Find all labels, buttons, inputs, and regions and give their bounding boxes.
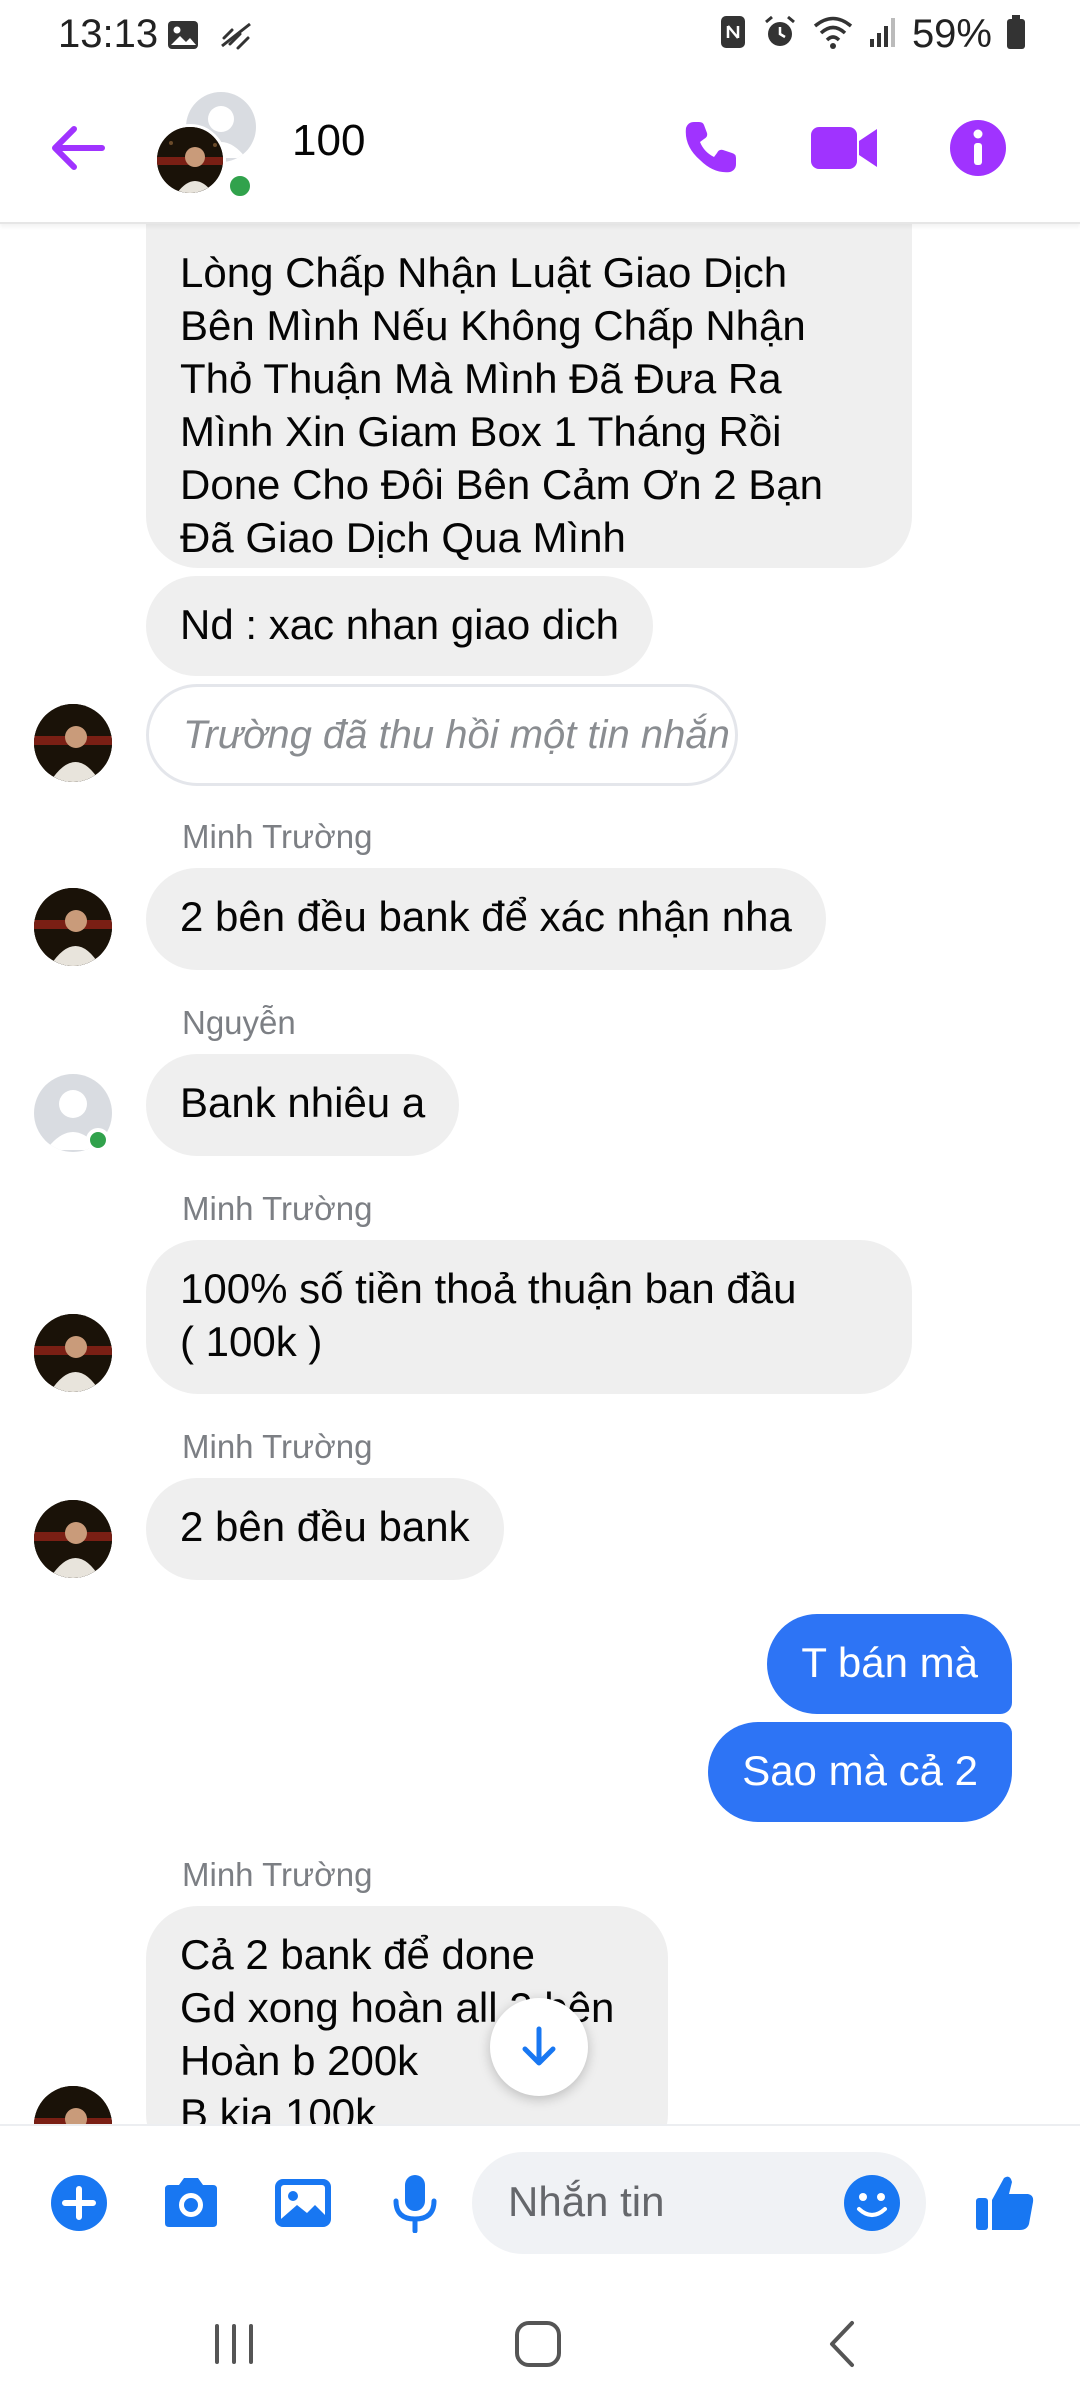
back-button[interactable] xyxy=(44,116,112,180)
message-text: Sao mà cả 2 xyxy=(742,1747,978,1794)
emoji-button[interactable] xyxy=(840,2171,904,2235)
message-text: Done Cho Đôi Bên Cảm Ơn 2 Bạn xyxy=(180,461,824,508)
signal-icon xyxy=(868,15,898,54)
camera-button[interactable] xyxy=(158,2170,224,2236)
recent-apps-icon xyxy=(215,2324,253,2364)
message-text: B kia 100k xyxy=(180,2090,377,2124)
like-button[interactable] xyxy=(972,2170,1038,2236)
message-bubble[interactable]: 100% số tiền thoả thuận ban đầu ( 100k ) xyxy=(146,1240,912,1394)
message-text: Lòng Chấp Nhận Luật Giao Dịch xyxy=(180,249,788,296)
message-text: Trường đã thu hồi một tin nhắn xyxy=(183,713,730,757)
sender-name: Minh Trường xyxy=(182,1428,373,1465)
online-indicator xyxy=(86,1128,110,1152)
message-bubble-outgoing[interactable]: T bán mà xyxy=(767,1614,1012,1714)
camera-icon xyxy=(165,2178,217,2227)
recent-apps-button[interactable] xyxy=(204,2316,264,2372)
status-time: 13:13 xyxy=(58,12,159,56)
battery-icon xyxy=(1006,14,1026,55)
gallery-button[interactable] xyxy=(270,2170,336,2236)
message-bubble[interactable]: 2 bên đều bank xyxy=(146,1478,504,1580)
avatar[interactable] xyxy=(34,704,112,782)
scroll-to-bottom-button[interactable] xyxy=(490,1998,588,2096)
nfc-icon xyxy=(718,14,748,55)
info-button[interactable] xyxy=(940,110,1016,186)
message-bubble-outgoing[interactable]: Sao mà cả 2 xyxy=(708,1722,1012,1822)
avatar[interactable] xyxy=(34,888,112,966)
group-avatar[interactable] xyxy=(154,92,264,204)
message-text: T bán mà xyxy=(801,1639,978,1686)
message-bubble[interactable]: Bank nhiêu a xyxy=(146,1054,460,1156)
gallery-icon xyxy=(275,2179,331,2227)
voice-message-button[interactable] xyxy=(382,2170,448,2236)
arrow-left-icon xyxy=(52,126,105,170)
voice-call-button[interactable] xyxy=(672,110,748,186)
microphone-icon xyxy=(393,2175,437,2233)
sender-name: Minh Trường xyxy=(182,1856,373,1893)
plus-icon xyxy=(51,2175,107,2231)
sender-name: Nguyễn xyxy=(182,1004,296,1041)
conversation-title[interactable]: 100 xyxy=(292,116,365,166)
message-bubble[interactable]: Lòng Chấp Nhận Luật Giao Dịch Bên Mình N… xyxy=(146,224,912,568)
alarm-icon xyxy=(762,14,798,55)
message-list[interactable]: Lòng Chấp Nhận Luật Giao Dịch Bên Mình N… xyxy=(0,224,1080,2124)
message-text: ( 100k ) xyxy=(180,1318,323,1365)
arrow-down-icon xyxy=(522,2026,556,2066)
message-text: Bên Mình Nếu Không Chấp Nhận xyxy=(180,302,806,349)
message-text: Mình Xin Giam Box 1 Tháng Rồi xyxy=(180,408,782,455)
back-icon xyxy=(830,2321,854,2367)
video-icon xyxy=(811,127,877,169)
conversation-header: 100 xyxy=(0,72,1080,224)
home-button[interactable] xyxy=(508,2316,568,2372)
message-text: Bank nhiêu a xyxy=(180,1079,426,1126)
video-call-button[interactable] xyxy=(806,110,882,186)
avatar[interactable] xyxy=(34,1314,112,1392)
wifi-calling-icon xyxy=(218,18,254,57)
message-text: 2 bên đều bank để xác nhận nha xyxy=(180,893,792,940)
message-composer: Nhắn tin xyxy=(0,2124,1080,2280)
message-text: 100% số tiền thoả thuận ban đầu xyxy=(180,1265,797,1312)
recalled-message: Trường đã thu hồi một tin nhắn xyxy=(146,684,738,786)
avatar[interactable] xyxy=(34,2086,112,2124)
wifi-icon xyxy=(812,14,854,55)
message-input[interactable]: Nhắn tin xyxy=(472,2152,926,2254)
phone-icon xyxy=(685,122,736,173)
message-bubble[interactable]: 2 bên đều bank để xác nhận nha xyxy=(146,868,826,970)
message-text: Đã Giao Dịch Qua Mình xyxy=(180,514,626,561)
image-icon xyxy=(166,18,200,57)
sender-name: Minh Trường xyxy=(182,818,373,855)
message-text: Nd : xac nhan giao dich xyxy=(180,601,619,648)
message-bubble[interactable]: Cả 2 bank để done Gd xong hoàn all 2 bên… xyxy=(146,1906,668,2124)
avatar xyxy=(154,124,226,196)
back-nav-button[interactable] xyxy=(812,2316,872,2372)
message-text: 2 bên đều bank xyxy=(180,1503,470,1550)
message-text: Thỏ Thuận Mà Mình Đã Đưa Ra xyxy=(180,355,782,402)
avatar[interactable] xyxy=(34,1500,112,1578)
system-navigation-bar xyxy=(0,2280,1080,2408)
message-input-placeholder: Nhắn tin xyxy=(508,2178,665,2225)
battery-percent: 59% xyxy=(911,12,992,56)
home-icon xyxy=(515,2321,561,2367)
online-indicator xyxy=(226,172,254,200)
info-icon xyxy=(950,120,1006,176)
message-text: Cả 2 bank để done xyxy=(180,1931,535,1978)
sender-name: Minh Trường xyxy=(182,1190,373,1227)
status-bar: 13:13 59% xyxy=(0,0,1080,72)
emoji-icon xyxy=(844,2175,900,2231)
message-bubble[interactable]: Nd : xac nhan giao dich xyxy=(146,576,653,676)
thumbs-up-icon xyxy=(976,2176,1034,2230)
more-actions-button[interactable] xyxy=(46,2170,112,2236)
